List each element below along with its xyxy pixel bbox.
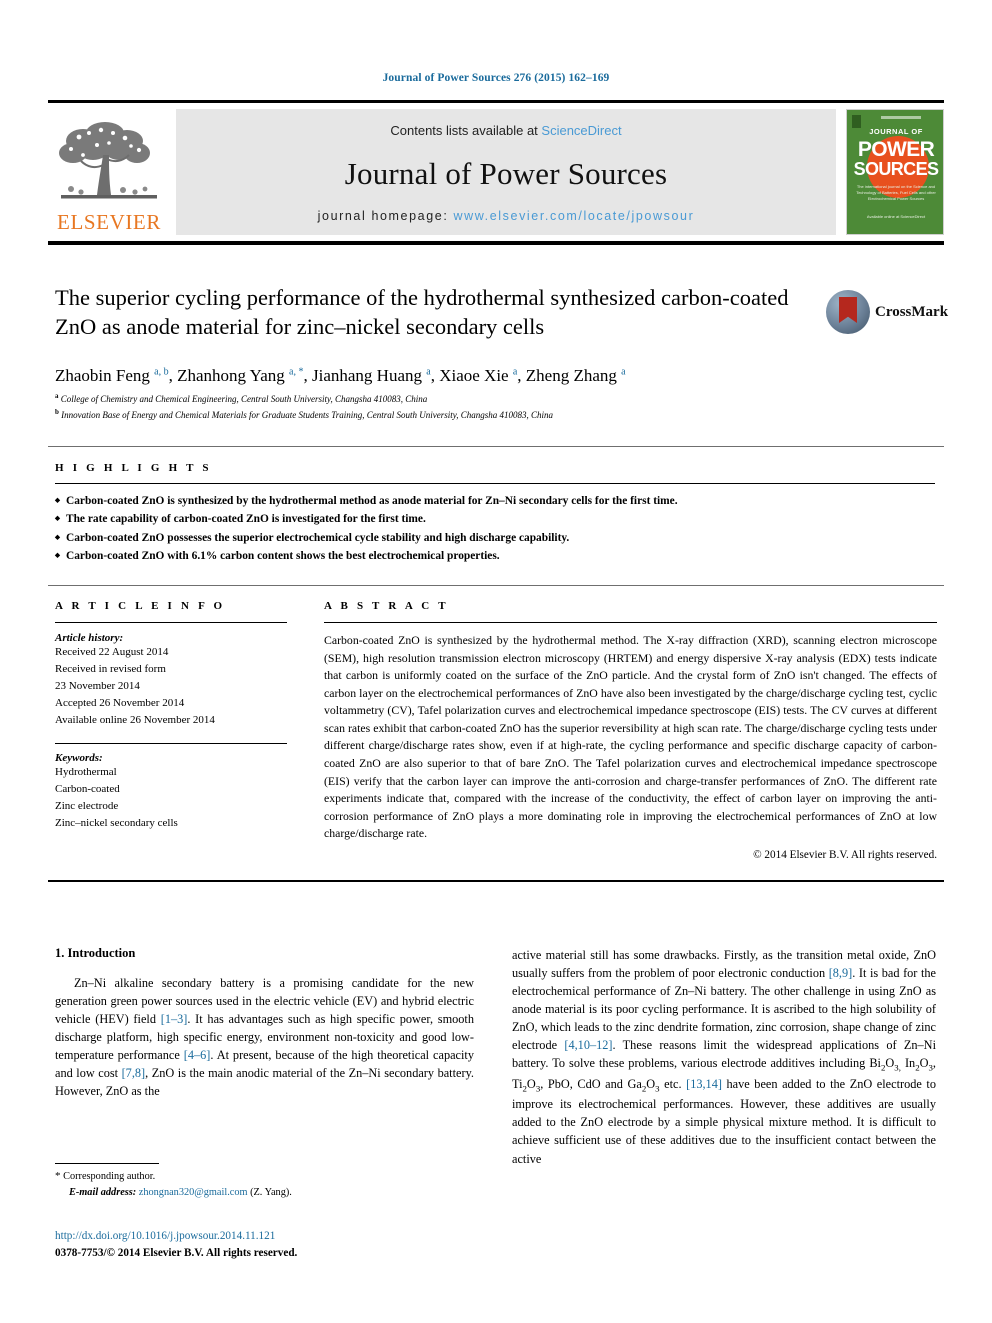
issn-copyright: 0378-7753/© 2014 Elsevier B.V. All right… — [55, 1246, 298, 1259]
article-history-line: Received in revised form — [55, 663, 166, 676]
abstract-section: A B S T R A C T Carbon-coated ZnO is syn… — [324, 600, 937, 861]
homepage-prefix: journal homepage: — [317, 209, 454, 223]
highlights-label: H I G H L I G H T S — [55, 462, 212, 474]
contents-band: Contents lists available at ScienceDirec… — [176, 109, 836, 235]
article-history-title: Article history: — [55, 632, 124, 644]
corresponding-author-line: * Corresponding author. — [55, 1168, 475, 1185]
email-owner: (Z. Yang). — [250, 1187, 292, 1199]
keywords-divider — [55, 743, 287, 745]
affiliation-a-text: College of Chemistry and Chemical Engine… — [60, 394, 428, 404]
asterisk-icon: * — [55, 1170, 61, 1182]
affiliation-b: b Innovation Base of Energy and Chemical… — [55, 407, 554, 420]
divider-above-highlights — [48, 446, 944, 447]
keyword-item: Carbon-coated — [55, 783, 120, 796]
article-history-line: Received 22 August 2014 — [55, 646, 169, 658]
corresponding-author-footnote: * Corresponding author. E-mail address: … — [55, 1168, 475, 1201]
crossmark-badge-group[interactable]: CrossMark — [826, 288, 948, 336]
article-title: The superior cycling performance of the … — [55, 285, 789, 340]
journal-masthead: ELSEVIER Contents lists available at Sci… — [48, 100, 944, 245]
journal-homepage-link[interactable]: www.elsevier.com/locate/jpowsour — [453, 209, 694, 223]
cover-sources-text: SOURCES — [853, 159, 939, 179]
cover-power-text: POWER — [857, 138, 935, 161]
affiliations: a College of Chemistry and Chemical Engi… — [55, 391, 925, 423]
doi-link[interactable]: http://dx.doi.org/10.1016/j.jpowsour.201… — [55, 1228, 515, 1245]
email-line: E-mail address: zhongnan320@gmail.com (Z… — [55, 1185, 475, 1201]
article-info-divider — [55, 622, 287, 623]
running-head: Journal of Power Sources 276 (2015) 162–… — [382, 72, 610, 84]
publisher-footer: http://dx.doi.org/10.1016/j.jpowsour.201… — [55, 1228, 515, 1262]
keyword-item: Zinc–nickel secondary cells — [55, 817, 178, 830]
journal-cover-thumbnail: JOURNAL OF POWER SOURCES The internation… — [846, 109, 944, 235]
highlight-item: The rate capability of carbon-coated ZnO… — [55, 510, 935, 529]
article-history-line: Accepted 26 November 2014 — [55, 697, 185, 710]
highlights-section: H I G H L I G H T S Carbon-coated ZnO is… — [55, 462, 935, 567]
email-link[interactable]: zhongnan320@gmail.com — [139, 1187, 248, 1198]
body-column-left: 1. Introduction Zn–Ni alkaline secondary… — [55, 946, 474, 1100]
abstract-label: A B S T R A C T — [324, 600, 449, 612]
abstract-divider — [324, 622, 937, 623]
intro-paragraph-left: Zn–Ni alkaline secondary battery is a pr… — [55, 976, 474, 1099]
article-info-label: A R T I C L E I N F O — [55, 600, 226, 612]
abstract-copyright: © 2014 Elsevier B.V. All rights reserved… — [753, 848, 937, 861]
highlights-divider — [55, 483, 935, 484]
cover-footer-text: Available online at ScienceDirect — [866, 214, 926, 219]
cover-journal-of-text: JOURNAL OF — [869, 127, 923, 136]
email-label: E-mail address: — [69, 1187, 137, 1199]
corresponding-author-text: Corresponding author. — [63, 1171, 156, 1182]
keyword-item: Hydrothermal — [55, 766, 117, 779]
sciencedirect-link[interactable]: ScienceDirect — [541, 123, 621, 138]
divider-above-info — [48, 585, 944, 586]
abstract-text: Carbon-coated ZnO is synthesized by the … — [324, 633, 937, 841]
highlight-item: Carbon-coated ZnO with 6.1% carbon conte… — [55, 547, 935, 566]
author-list: Zhaobin Feng a, b, Zhanhong Yang a, *, J… — [55, 366, 626, 385]
intro-paragraph-right: active material still has some drawbacks… — [512, 948, 936, 1166]
article-history-line: Available online 26 November 2014 — [55, 714, 215, 727]
body-column-right: active material still has some drawbacks… — [512, 946, 936, 1168]
elsevier-wordmark: ELSEVIER — [57, 210, 161, 234]
contents-prefix: Contents lists available at — [390, 123, 542, 138]
highlights-list: Carbon-coated ZnO is synthesized by the … — [55, 492, 935, 567]
cover-corner-mark — [852, 115, 861, 128]
affiliation-a: a College of Chemistry and Chemical Engi… — [55, 392, 428, 404]
crossmark-ribbon-icon — [839, 297, 857, 323]
highlight-item: Carbon-coated ZnO possesses the superior… — [55, 529, 935, 548]
paper-page: Journal of Power Sources 276 (2015) 162–… — [0, 0, 992, 1323]
highlight-item: Carbon-coated ZnO is synthesized by the … — [55, 492, 935, 511]
contents-available-line: Contents lists available at ScienceDirec… — [390, 123, 621, 138]
elsevier-tree-icon — [59, 122, 157, 199]
article-history-line: 23 November 2014 — [55, 680, 140, 693]
cover-top-rule — [881, 116, 921, 119]
journal-title: Journal of Power Sources — [344, 155, 668, 191]
journal-homepage-line: journal homepage: www.elsevier.com/locat… — [318, 209, 695, 223]
divider-above-body — [48, 880, 944, 882]
crossmark-label: CrossMark — [875, 303, 949, 320]
section-heading-introduction: 1. Introduction — [55, 946, 136, 960]
article-info-section: A R T I C L E I N F O Article history: R… — [55, 600, 287, 832]
keyword-item: Zinc electrode — [55, 800, 119, 813]
cover-subtitle: The international journal on the Science… — [856, 184, 936, 201]
elsevier-logo: ELSEVIER — [48, 109, 170, 235]
keywords-title: Keywords: — [55, 752, 103, 765]
title-block: The superior cycling performance of the … — [55, 283, 815, 342]
affiliation-b-text: Innovation Base of Energy and Chemical M… — [61, 409, 554, 420]
footnote-divider — [55, 1163, 159, 1164]
crossmark-icon — [826, 290, 870, 334]
